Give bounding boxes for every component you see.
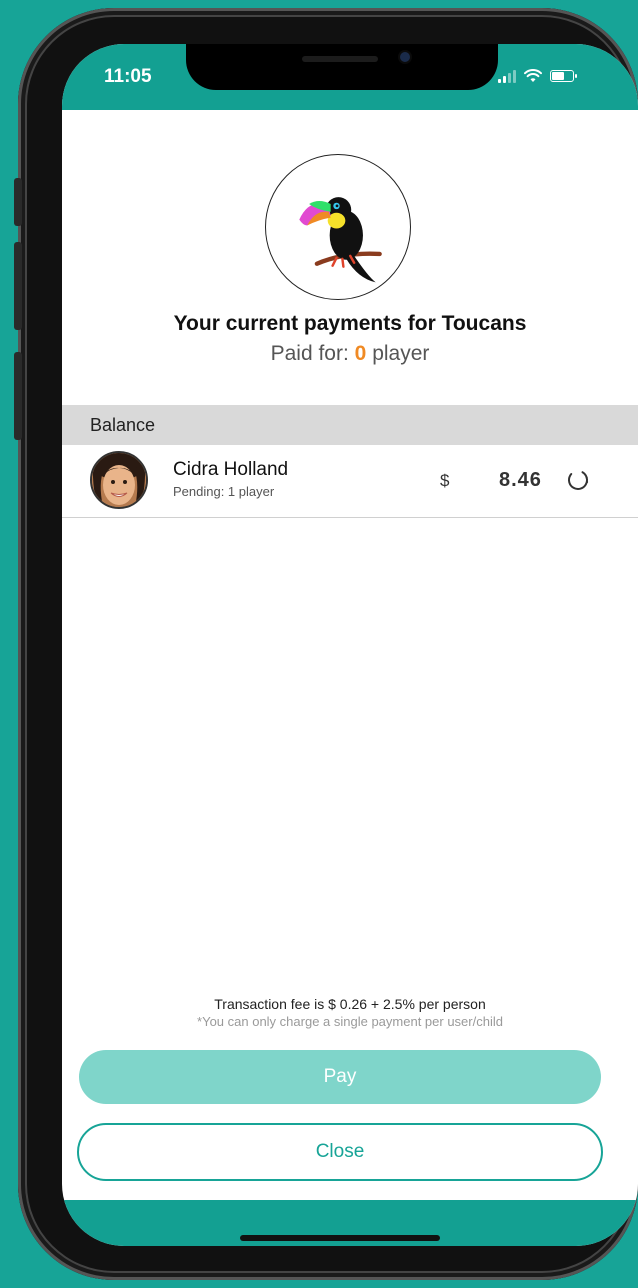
volume-down-button <box>14 352 22 440</box>
team-logo <box>265 154 411 300</box>
balance-section-header: Balance <box>62 405 638 445</box>
status-time: 11:05 <box>104 66 152 87</box>
status-icons <box>498 66 577 86</box>
signal-icon <box>498 69 516 83</box>
pay-button[interactable]: Pay <box>79 1050 601 1104</box>
battery-icon <box>550 70 577 82</box>
home-indicator[interactable] <box>240 1235 440 1241</box>
transaction-fee-text: Transaction fee is $ 0.26 + 2.5% per per… <box>214 996 486 1012</box>
close-button[interactable]: Close <box>77 1123 603 1181</box>
balance-amount: 8.46 <box>499 469 542 491</box>
currency-symbol: $ <box>440 471 450 490</box>
balance-row[interactable]: Cidra Holland Pending: 1 player $ 8.46 <box>62 445 638 518</box>
paid-for-unit: player <box>372 342 430 365</box>
payment-limit-note: *You can only charge a single payment pe… <box>197 1014 503 1029</box>
child-avatar-icon <box>92 453 146 507</box>
avatar <box>90 451 148 509</box>
front-camera <box>400 52 410 62</box>
speaker-grille <box>302 56 378 62</box>
app-screen: 11:05 Your current payments for Toucans … <box>62 44 638 1246</box>
wifi-icon <box>524 69 542 82</box>
notch <box>186 44 498 90</box>
member-name: Cidra Holland <box>173 459 289 480</box>
toucan-icon <box>299 197 382 283</box>
paid-for-summary: Paid for: 0 player <box>62 342 638 366</box>
member-pending-status: Pending: 1 player <box>173 484 275 499</box>
paid-for-count: 0 <box>354 342 367 365</box>
volume-up-button <box>14 242 22 330</box>
side-button <box>14 178 22 226</box>
paid-for-label: Paid for: <box>270 342 349 365</box>
page-title: Your current payments for Toucans <box>173 312 527 335</box>
pending-spinner-icon <box>568 470 589 490</box>
